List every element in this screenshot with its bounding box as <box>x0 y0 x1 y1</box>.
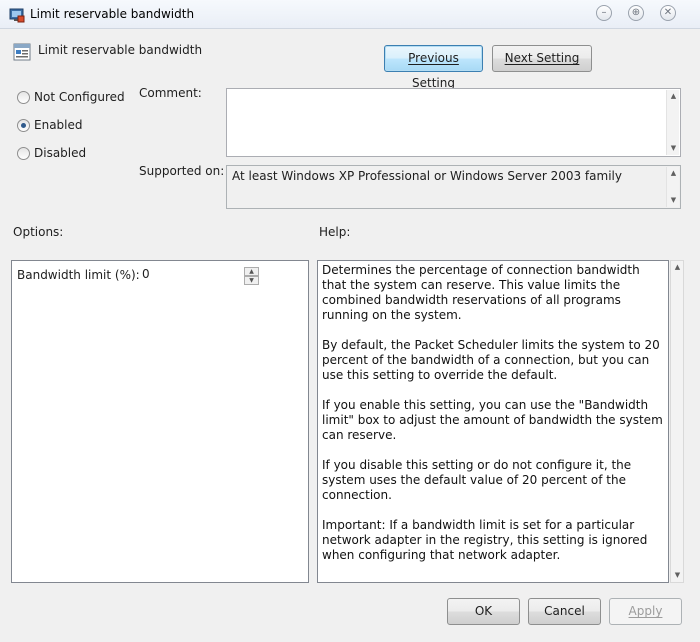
supported-on-scrollbar[interactable]: ▲ ▼ <box>666 167 679 207</box>
spin-up-icon[interactable]: ▲ <box>244 267 259 276</box>
help-paragraph: If you disable this setting or do not co… <box>322 458 632 502</box>
options-section-label: Options: <box>13 225 64 239</box>
policy-app-icon <box>9 8 25 23</box>
help-scrollbar[interactable]: ▲ ▼ <box>670 260 684 583</box>
window-title: Limit reservable bandwidth <box>30 7 195 21</box>
radio-enabled[interactable]: Enabled <box>17 117 97 135</box>
cancel-button[interactable]: Cancel <box>528 598 601 625</box>
previous-setting-button[interactable]: Previous Setting <box>384 45 483 90</box>
help-paragraph: By default, the Packet Scheduler limits … <box>322 338 660 382</box>
radio-not-configured[interactable]: Not Configured <box>17 89 127 107</box>
help-panel: Determines the percentage of connection … <box>317 260 669 583</box>
scroll-up-icon[interactable]: ▲ <box>667 90 680 103</box>
radio-enabled-label: Enabled <box>34 118 83 132</box>
apply-button[interactable]: Apply <box>609 598 682 625</box>
previous-setting-label: Previous Setting <box>408 51 459 90</box>
setting-title: Limit reservable bandwidth <box>38 43 203 57</box>
apply-label: Apply <box>628 604 663 618</box>
scroll-down-icon[interactable]: ▼ <box>667 142 680 155</box>
radio-not-configured-label: Not Configured <box>34 90 125 104</box>
bandwidth-limit-value[interactable]: 0 <box>142 267 150 281</box>
ok-button[interactable]: OK <box>447 598 520 625</box>
comment-field[interactable]: ▲ ▼ <box>226 88 681 157</box>
maximize-button[interactable]: ⊕ <box>628 5 644 21</box>
supported-on-field: At least Windows XP Professional or Wind… <box>226 165 681 209</box>
close-button[interactable]: ✕ <box>660 5 676 21</box>
radio-disabled-label: Disabled <box>34 146 87 160</box>
scroll-down-icon[interactable]: ▼ <box>671 569 684 582</box>
radio-not-configured-circle[interactable] <box>17 91 30 104</box>
comment-scrollbar[interactable]: ▲ ▼ <box>666 90 679 155</box>
cancel-label: Cancel <box>544 604 585 618</box>
next-setting-label: Next Setting <box>504 51 580 65</box>
radio-disabled-circle[interactable] <box>17 147 30 160</box>
help-paragraph: Determines the percentage of connection … <box>322 263 640 322</box>
radio-disabled[interactable]: Disabled <box>17 145 97 163</box>
help-paragraph: If you enable this setting, you can use … <box>322 398 663 442</box>
spin-down-icon[interactable]: ▼ <box>244 276 259 285</box>
bandwidth-limit-spinner[interactable]: ▲ ▼ <box>244 267 259 286</box>
scroll-down-icon[interactable]: ▼ <box>667 194 680 207</box>
help-text: Determines the percentage of connection … <box>322 263 666 578</box>
supported-on-text: At least Windows XP Professional or Wind… <box>232 169 622 183</box>
help-section-label: Help: <box>319 225 351 239</box>
scroll-up-icon[interactable]: ▲ <box>667 167 680 180</box>
scroll-up-icon[interactable]: ▲ <box>671 261 684 274</box>
options-panel: Bandwidth limit (%): 0 ▲ ▼ <box>11 260 309 583</box>
help-paragraph: Important: If a bandwidth limit is set f… <box>322 518 648 562</box>
bandwidth-limit-label: Bandwidth limit (%): <box>17 268 140 282</box>
radio-enabled-circle[interactable] <box>17 119 30 132</box>
ok-label: OK <box>474 604 493 618</box>
policy-setting-icon <box>13 43 31 61</box>
next-setting-button[interactable]: Next Setting <box>492 45 592 72</box>
minimize-button[interactable]: – <box>596 5 612 21</box>
comment-label: Comment: <box>139 86 202 100</box>
supported-on-label: Supported on: <box>139 164 225 178</box>
title-bar[interactable]: Limit reservable bandwidth – ⊕ ✕ <box>0 0 700 29</box>
